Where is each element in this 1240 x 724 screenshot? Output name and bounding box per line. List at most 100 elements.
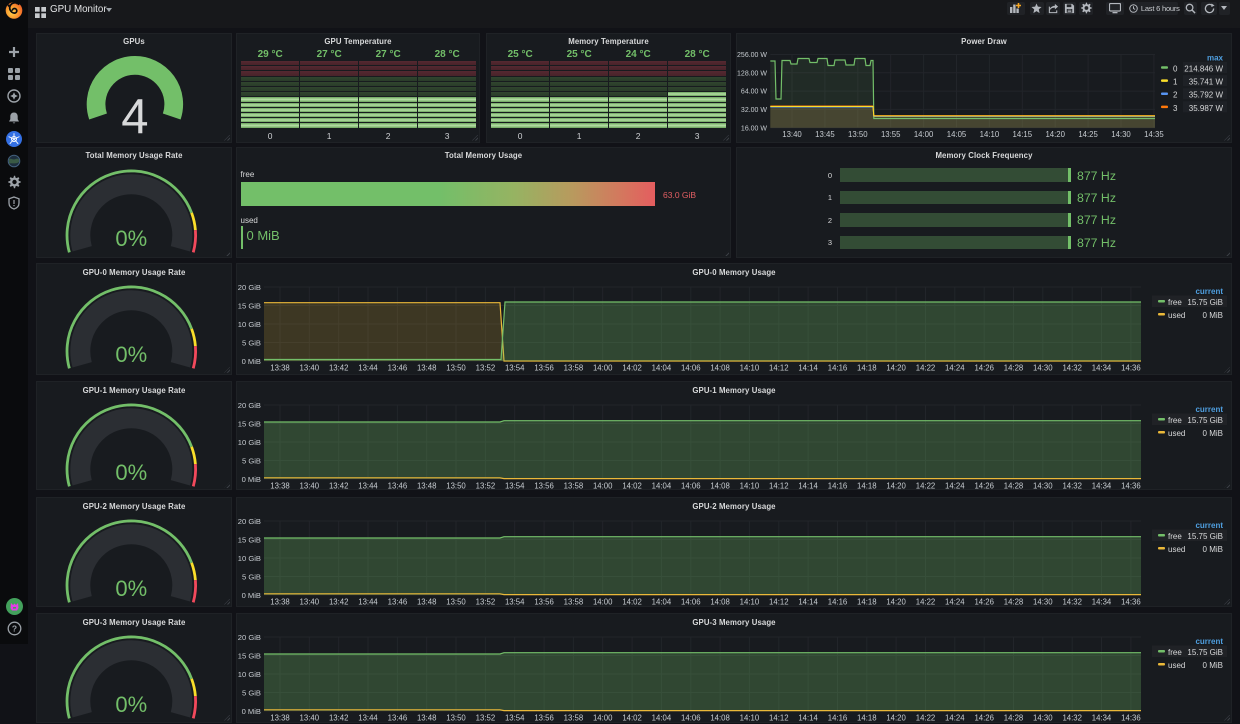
svg-text:13:50: 13:50 xyxy=(446,481,466,490)
svg-text:5 GiB: 5 GiB xyxy=(242,338,261,347)
svg-text:20 GiB: 20 GiB xyxy=(238,632,261,641)
svg-text:used: used xyxy=(1168,429,1185,438)
svg-text:14:28: 14:28 xyxy=(1004,364,1024,373)
svg-text:14:36: 14:36 xyxy=(1121,364,1141,373)
svg-text:5 GiB: 5 GiB xyxy=(242,572,261,581)
svg-text:14:02: 14:02 xyxy=(622,597,642,606)
svg-text:15.75 GiB: 15.75 GiB xyxy=(1187,416,1223,425)
svg-text:13:38: 13:38 xyxy=(270,481,290,490)
svg-text:max: max xyxy=(1207,53,1224,62)
svg-text:14:36: 14:36 xyxy=(1121,597,1141,606)
svg-text:14:06: 14:06 xyxy=(681,713,701,722)
svg-text:15 GiB: 15 GiB xyxy=(238,301,261,310)
svg-text:current: current xyxy=(1195,405,1223,414)
svg-text:1: 1 xyxy=(1173,77,1178,86)
svg-text:13:44: 13:44 xyxy=(358,597,378,606)
svg-text:14:26: 14:26 xyxy=(974,713,994,722)
svg-text:14:06: 14:06 xyxy=(681,597,701,606)
svg-text:13:38: 13:38 xyxy=(270,597,290,606)
svg-text:?: ? xyxy=(12,624,17,634)
svg-text:14:12: 14:12 xyxy=(769,713,789,722)
svg-text:0 MiB: 0 MiB xyxy=(1203,429,1223,438)
svg-text:14:30: 14:30 xyxy=(1033,364,1053,373)
svg-text:current: current xyxy=(1195,287,1223,296)
svg-text:14:34: 14:34 xyxy=(1092,481,1112,490)
svg-text:13:48: 13:48 xyxy=(417,364,437,373)
svg-text:0%: 0% xyxy=(115,576,147,601)
svg-text:256.00 W: 256.00 W xyxy=(737,52,767,59)
svg-text:0 MiB: 0 MiB xyxy=(242,706,261,715)
svg-text:14:14: 14:14 xyxy=(798,481,818,490)
svg-text:14:00: 14:00 xyxy=(593,481,613,490)
svg-text:used: used xyxy=(1168,311,1185,320)
svg-text:14:08: 14:08 xyxy=(710,481,730,490)
svg-text:15.75 GiB: 15.75 GiB xyxy=(1187,298,1223,307)
svg-text:5 GiB: 5 GiB xyxy=(242,688,261,697)
svg-text:14:12: 14:12 xyxy=(769,364,789,373)
svg-text:13:46: 13:46 xyxy=(388,364,408,373)
svg-text:14:10: 14:10 xyxy=(980,130,1000,139)
svg-text:13:46: 13:46 xyxy=(388,481,408,490)
svg-text:14:08: 14:08 xyxy=(710,597,730,606)
svg-text:14:20: 14:20 xyxy=(886,481,906,490)
svg-text:13:58: 13:58 xyxy=(564,597,584,606)
svg-text:13:38: 13:38 xyxy=(270,364,290,373)
svg-text:10 GiB: 10 GiB xyxy=(238,669,261,678)
svg-text:14:02: 14:02 xyxy=(622,481,642,490)
svg-text:14:20: 14:20 xyxy=(886,364,906,373)
svg-text:13:44: 13:44 xyxy=(358,713,378,722)
svg-text:14:10: 14:10 xyxy=(740,364,760,373)
svg-text:14:14: 14:14 xyxy=(798,597,818,606)
svg-text:13:44: 13:44 xyxy=(358,364,378,373)
svg-text:0 MiB: 0 MiB xyxy=(242,474,261,483)
svg-text:64.00 W: 64.00 W xyxy=(741,88,767,95)
svg-text:13:50: 13:50 xyxy=(848,130,868,139)
svg-text:14:24: 14:24 xyxy=(945,481,965,490)
svg-text:13:50: 13:50 xyxy=(446,364,466,373)
svg-text:14:32: 14:32 xyxy=(1062,713,1082,722)
svg-text:15.75 GiB: 15.75 GiB xyxy=(1187,532,1223,541)
svg-text:14:16: 14:16 xyxy=(828,481,848,490)
svg-text:14:00: 14:00 xyxy=(914,130,934,139)
svg-text:0 MiB: 0 MiB xyxy=(242,357,261,366)
svg-text:14:12: 14:12 xyxy=(769,481,789,490)
svg-text:13:46: 13:46 xyxy=(388,597,408,606)
svg-text:10 GiB: 10 GiB xyxy=(238,553,261,562)
svg-text:13:52: 13:52 xyxy=(476,481,496,490)
svg-text:free: free xyxy=(1168,298,1182,307)
svg-text:14:24: 14:24 xyxy=(945,597,965,606)
svg-text:13:50: 13:50 xyxy=(446,597,466,606)
svg-text:13:40: 13:40 xyxy=(300,481,320,490)
svg-text:14:36: 14:36 xyxy=(1121,713,1141,722)
svg-text:13:48: 13:48 xyxy=(417,481,437,490)
svg-text:14:08: 14:08 xyxy=(710,713,730,722)
svg-text:0 MiB: 0 MiB xyxy=(1203,311,1223,320)
svg-text:0: 0 xyxy=(1173,64,1178,73)
svg-text:13:58: 13:58 xyxy=(564,713,584,722)
svg-text:13:58: 13:58 xyxy=(564,364,584,373)
svg-text:35.792 W: 35.792 W xyxy=(1189,90,1224,99)
svg-text:free: free xyxy=(1168,648,1182,657)
svg-text:214.846 W: 214.846 W xyxy=(1184,64,1223,73)
svg-text:14:16: 14:16 xyxy=(828,364,848,373)
svg-text:14:35: 14:35 xyxy=(1144,130,1164,139)
svg-text:14:25: 14:25 xyxy=(1078,130,1098,139)
svg-text:14:12: 14:12 xyxy=(769,597,789,606)
svg-text:14:30: 14:30 xyxy=(1033,713,1053,722)
svg-text:3: 3 xyxy=(1173,103,1178,112)
svg-text:14:34: 14:34 xyxy=(1092,364,1112,373)
svg-text:14:32: 14:32 xyxy=(1062,597,1082,606)
svg-text:14:26: 14:26 xyxy=(974,364,994,373)
svg-text:14:04: 14:04 xyxy=(652,481,672,490)
svg-text:13:48: 13:48 xyxy=(417,597,437,606)
svg-text:13:52: 13:52 xyxy=(476,597,496,606)
svg-text:14:00: 14:00 xyxy=(593,597,613,606)
svg-text:14:36: 14:36 xyxy=(1121,481,1141,490)
svg-text:14:00: 14:00 xyxy=(593,364,613,373)
svg-text:13:42: 13:42 xyxy=(329,713,349,722)
svg-text:13:58: 13:58 xyxy=(564,481,584,490)
svg-text:free: free xyxy=(1168,416,1182,425)
svg-text:14:08: 14:08 xyxy=(710,364,730,373)
svg-text:14:02: 14:02 xyxy=(622,713,642,722)
svg-text:current: current xyxy=(1195,637,1223,646)
